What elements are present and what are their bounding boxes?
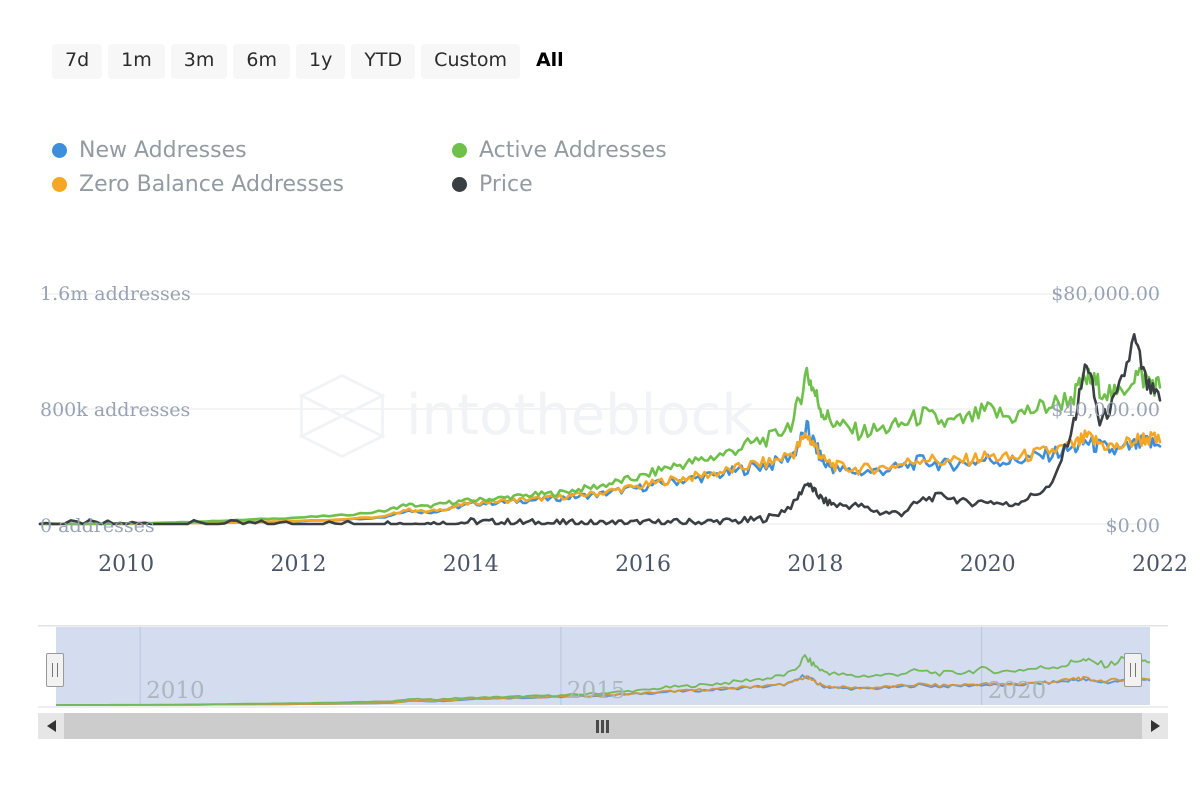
series-line-price: [38, 333, 1162, 526]
range-button-custom[interactable]: Custom: [421, 44, 520, 79]
x-axis-tick: 2018: [787, 552, 844, 577]
legend-item-price[interactable]: Price: [452, 172, 812, 197]
range-selector: 7d 1m 3m 6m 1y YTD Custom All: [52, 44, 574, 79]
legend-label: Price: [479, 171, 533, 197]
x-axis-tick: 2012: [270, 552, 327, 577]
legend-label: Zero Balance Addresses: [79, 171, 344, 197]
legend-label: Active Addresses: [479, 137, 667, 163]
range-navigator[interactable]: 2010 2015 2020: [38, 625, 1168, 710]
chart-scrollbar[interactable]: [38, 713, 1168, 739]
range-button-7d[interactable]: 7d: [52, 44, 103, 79]
series-line-zero-balance-addresses: [38, 429, 1162, 526]
x-axis-tick: 2016: [615, 552, 672, 577]
x-axis-tick: 2022: [1132, 552, 1188, 577]
range-button-1y[interactable]: 1y: [295, 44, 346, 79]
navigator-svg: [38, 625, 1168, 708]
x-axis: 2010 2012 2014 2016 2018 2020 2022: [0, 552, 1200, 590]
series-line-new-addresses: [38, 419, 1162, 526]
range-button-3m[interactable]: 3m: [170, 44, 228, 79]
scrollbar-grip-icon: [596, 719, 610, 733]
legend-color-dot-icon: [452, 176, 467, 192]
legend-item-new-addresses[interactable]: New Addresses: [52, 138, 452, 163]
series-line-active-addresses: [38, 366, 1162, 526]
navigator-handle-right[interactable]: [1124, 653, 1142, 687]
scrollbar-thumb[interactable]: [64, 713, 1142, 739]
main-chart[interactable]: [0, 262, 1200, 562]
chart-page: 7d 1m 3m 6m 1y YTD Custom All New Addresses Acti…: [0, 0, 1200, 800]
series-paths: [38, 333, 1162, 526]
arrow-left-icon: [46, 720, 56, 732]
range-button-1m[interactable]: 1m: [108, 44, 165, 79]
main-chart-svg: [38, 293, 1162, 526]
navigator-top-border: [38, 625, 1168, 627]
range-button-6m[interactable]: 6m: [233, 44, 290, 79]
range-button-ytd[interactable]: YTD: [351, 44, 416, 79]
range-button-all[interactable]: All: [526, 44, 574, 79]
arrow-right-icon: [1150, 720, 1160, 732]
scroll-right-button[interactable]: [1142, 713, 1168, 739]
legend-item-active-addresses[interactable]: Active Addresses: [452, 138, 812, 163]
navigator-handle-left[interactable]: [46, 653, 64, 687]
legend-color-dot-icon: [52, 142, 67, 158]
handle-grip-icon: [1130, 663, 1136, 677]
x-axis-tick: 2014: [442, 552, 499, 577]
chart-legend: New Addresses Active Addresses Zero Balanc…: [52, 133, 812, 201]
scroll-left-button[interactable]: [38, 713, 64, 739]
handle-grip-icon: [52, 663, 58, 677]
legend-color-dot-icon: [452, 142, 467, 158]
gridlines: [40, 293, 1160, 525]
legend-item-zero-balance-addresses[interactable]: Zero Balance Addresses: [52, 172, 452, 197]
legend-label: New Addresses: [79, 137, 247, 163]
x-axis-tick: 2020: [959, 552, 1016, 577]
legend-color-dot-icon: [52, 176, 67, 192]
x-axis-tick: 2010: [98, 552, 155, 577]
